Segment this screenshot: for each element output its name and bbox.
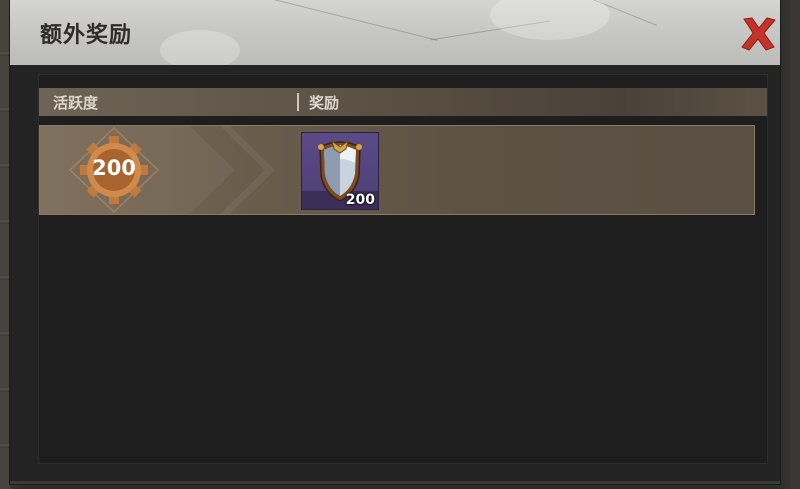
header-activity: 活跃度 (53, 94, 99, 112)
background-edge-right (790, 0, 800, 489)
background-edge-left (0, 0, 10, 489)
dialog-title-bar: 额外奖励 (10, 0, 780, 65)
reward-item-slot[interactable]: 200 (301, 132, 379, 210)
texture-stain (160, 30, 240, 65)
texture-stain (490, 0, 610, 40)
table-header: 活跃度 奖励 (39, 88, 767, 116)
texture-scratch (262, 0, 438, 41)
header-divider (297, 93, 299, 111)
rewards-table: 活跃度 奖励 200 200 (38, 74, 768, 464)
header-reward: 奖励 (309, 94, 340, 112)
reward-count: 200 (345, 192, 375, 208)
table-row: 200 200 (39, 125, 755, 215)
dialog-title: 额外奖励 (40, 23, 133, 48)
close-x-icon[interactable] (738, 14, 778, 54)
close-button[interactable] (738, 14, 778, 54)
extra-rewards-dialog: 额外奖励 活跃度 奖励 200 200 (10, 0, 780, 484)
activity-value: 200 (92, 156, 136, 180)
